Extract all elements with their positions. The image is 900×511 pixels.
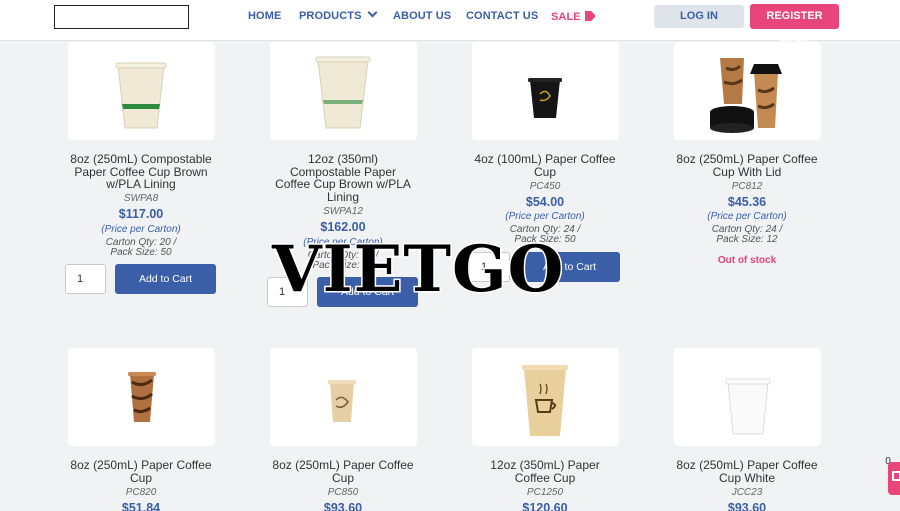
add-to-cart-button[interactable]: Add to Cart [115,264,216,294]
product-name-line: Cup [129,470,152,485]
product-card: 12oz (350mL) Paper Coffee Cup PC1250 $12… [460,348,630,511]
out-of-stock-label: Out of stock [717,255,777,266]
carton-info: Carton Qty: 20 / Pack Size: 50 [56,238,226,258]
nav-about[interactable]: ABOUT US [393,10,451,22]
floating-cart-button[interactable] [888,462,900,495]
product-price: $120.60 [522,501,568,511]
nav-products-label: PRODUCTS [299,10,362,22]
product-name-line: 12oz (350mL) Paper [490,458,600,472]
product-name-line: Coffee Cup [514,470,576,485]
product-price: $117.00 [118,207,164,221]
product-name-line: 4oz (100mL) Paper Coffee [474,152,616,166]
product-price: $54.00 [525,195,565,209]
cart-icon [892,471,900,481]
product-name-line: 8oz (250mL) Paper Coffee [272,458,414,472]
product-name[interactable]: 12oz (350mL) Paper Coffee Cup [460,459,630,484]
product-card: 8oz (250mL) Paper Coffee Cup With Lid PC… [662,42,832,282]
cup-image [315,56,371,129]
product-name[interactable]: 12oz (350ml) Compostable Paper Coffee Cu… [258,153,428,203]
product-name-line: 8oz (250mL) Paper Coffee [676,458,818,472]
tag-icon [584,11,596,21]
carton-info: Carton Qty: 24 / Pack Size: 12 [662,225,832,245]
product-card: 8oz (250mL) Paper Coffee Cup PC820 $51.8… [56,348,226,511]
product-card: 8oz (250mL) Paper Coffee Cup White JCC23… [662,348,832,511]
register-button[interactable]: REGISTER HERE [750,4,839,47]
product-sku: JCC23 [731,487,763,498]
product-image[interactable] [270,42,417,140]
product-sku: PC450 [529,181,561,192]
product-name[interactable]: 4oz (100mL) Paper Coffee Cup [460,153,630,178]
product-name-line: 8oz (250mL) Paper Coffee [676,152,818,166]
price-unit-note: (Price per Carton) [707,211,787,222]
product-name-line: Cup [331,470,354,485]
product-name[interactable]: 8oz (250mL) Compostable Paper Coffee Cup… [56,153,226,191]
site-logo[interactable] [54,5,189,29]
cup-image [128,372,156,422]
carton-info-line: Pack Size: 50 [110,247,172,258]
cup-image [528,78,562,118]
nav-sale[interactable]: SALE [551,10,596,23]
product-name-line: Lining [326,189,360,204]
product-image[interactable] [472,42,619,140]
product-card: 8oz (250mL) Compostable Paper Coffee Cup… [56,42,226,302]
product-sku: PC850 [327,487,359,498]
product-name-line: 8oz (250mL) Compostable [70,152,212,166]
product-name-line: 12oz (350ml) [307,152,379,166]
chevron-down-icon [367,7,377,18]
product-price: $51.84 [121,501,161,511]
cup-image [115,62,167,129]
login-button[interactable]: LOG IN [654,5,744,28]
product-sku: SWPA8 [123,193,159,204]
product-name-line: Cup White [718,470,776,485]
product-name[interactable]: 8oz (250mL) Paper Coffee Cup White [662,459,832,484]
price-unit-note: (Price per Carton) [505,211,585,222]
product-price: $93.60 [727,501,767,511]
product-name-line: 8oz (250mL) Paper Coffee [70,458,212,472]
product-image[interactable] [68,348,215,446]
product-sku: PC820 [125,487,157,498]
site-header: HOME PRODUCTS ABOUT US CONTACT US SALE L… [0,0,900,47]
watermark: VIETGO [270,231,565,309]
product-price: $93.60 [323,501,363,511]
product-image[interactable] [674,348,821,446]
product-sku: PC812 [731,181,763,192]
cup-image [710,58,782,133]
nav-contact[interactable]: CONTACT US [466,10,538,22]
cup-image [328,380,356,422]
product-name-line: w/PLA Lining [106,177,176,191]
product-name[interactable]: 8oz (250mL) Paper Coffee Cup [258,459,428,484]
product-image[interactable] [472,348,619,446]
carton-info-line: Pack Size: 12 [716,234,778,245]
product-name[interactable]: 8oz (250mL) Paper Coffee Cup [56,459,226,484]
product-name-line: Cup [533,164,556,179]
product-image[interactable] [68,42,215,140]
product-sku: PC1250 [526,487,564,498]
product-name[interactable]: 8oz (250mL) Paper Coffee Cup With Lid [662,153,832,178]
product-image[interactable] [270,348,417,446]
cup-image [522,365,568,436]
product-card: 8oz (250mL) Paper Coffee Cup PC850 $93.6… [258,348,428,511]
product-price: $45.36 [727,195,767,209]
cup-image [725,378,771,435]
price-unit-note: (Price per Carton) [101,224,181,235]
product-sku: SWPA12 [323,206,363,217]
nav-sale-label: SALE [551,11,581,23]
nav-home[interactable]: HOME [248,10,281,22]
nav-products[interactable]: PRODUCTS [299,7,377,22]
product-image[interactable] [674,42,821,140]
product-name-line: Cup With Lid [712,164,782,179]
quantity-input[interactable]: 1 [65,264,106,294]
product-name-line: Coffee Cup Brown w/PLA [275,177,411,191]
